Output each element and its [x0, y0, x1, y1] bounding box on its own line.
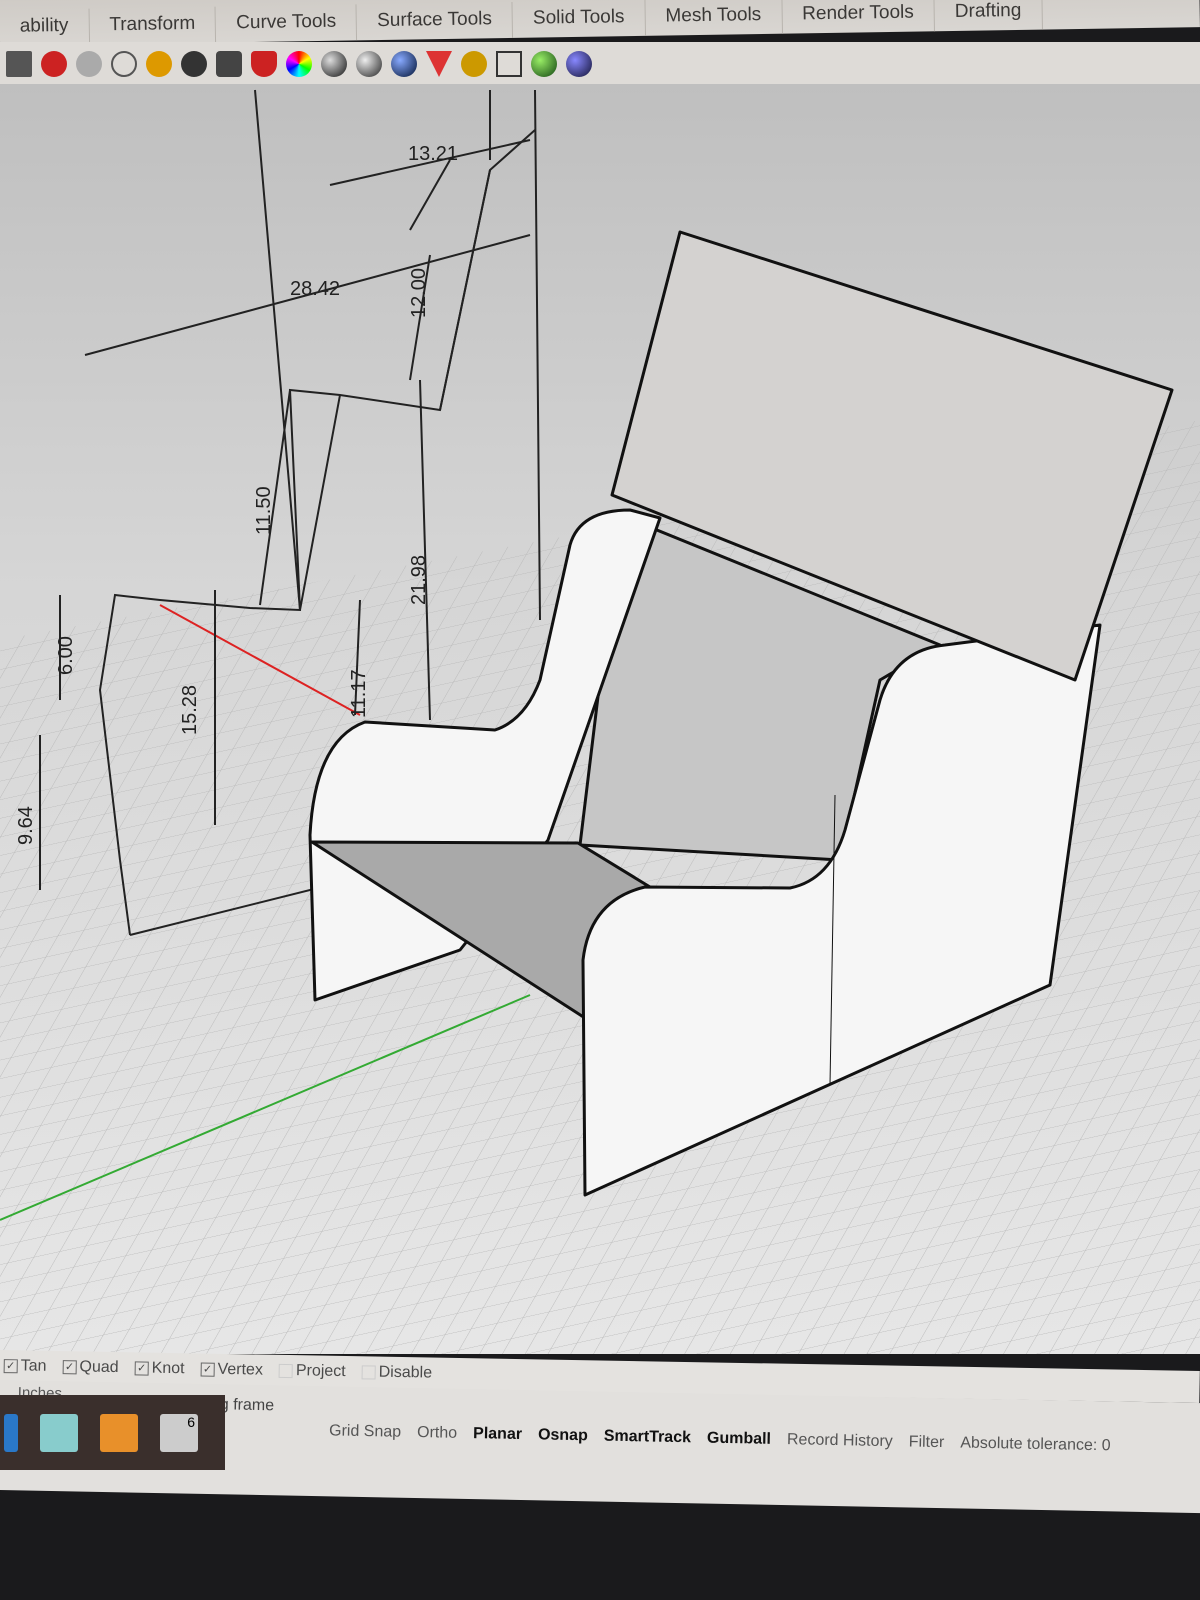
start-icon[interactable] [4, 1413, 18, 1452]
dim-label: 9.64 [15, 806, 37, 845]
flag-icon[interactable] [426, 51, 452, 77]
green-globe-icon[interactable] [531, 51, 557, 77]
tab-mesh-tools[interactable]: Mesh Tools [645, 0, 783, 36]
light-bulb-icon[interactable] [181, 51, 207, 77]
dim-label: 11.50 [253, 486, 275, 535]
car-icon[interactable] [41, 51, 67, 77]
ribbon-tabs: ability Transform Curve Tools Surface To… [0, 0, 1200, 46]
dim-label: 15.28 [179, 685, 201, 735]
osnap-tan[interactable]: ✓ Tan [3, 1357, 47, 1376]
osnap-project[interactable]: Project [278, 1362, 346, 1381]
absolute-tolerance: Absolute tolerance: 0 [960, 1434, 1111, 1455]
checkbox-checked[interactable]: ✓ [134, 1361, 149, 1376]
dim-label: 12.00 [408, 268, 430, 318]
color-wheel-icon[interactable] [286, 51, 312, 77]
dim-label: 6.00 [55, 636, 77, 675]
tab-visibility[interactable]: ability [0, 8, 90, 46]
perspective-viewport[interactable]: 13.21 28.42 12.00 11.50 21.98 6.00 15.28… [0, 84, 1200, 1354]
tab-drafting[interactable]: Drafting [934, 0, 1043, 32]
blue-sphere-icon[interactable] [391, 51, 417, 77]
pane-ortho[interactable]: Ortho [417, 1424, 457, 1443]
osnap-disable[interactable]: Disable [361, 1363, 433, 1382]
checkbox-checked[interactable]: ✓ [3, 1359, 18, 1374]
tab-curve-tools[interactable]: Curve Tools [215, 4, 358, 43]
sphere-icon[interactable] [356, 51, 382, 77]
pane-gumball[interactable]: Gumball [707, 1430, 771, 1449]
osnap-label: Tan [20, 1357, 47, 1375]
pane-record-history[interactable]: Record History [787, 1431, 893, 1451]
pane-smarttrack[interactable]: SmartTrack [604, 1428, 691, 1448]
sphere-icon[interactable] [321, 51, 347, 77]
lock-icon[interactable] [216, 51, 242, 77]
tab-transform[interactable]: Transform [89, 6, 217, 45]
tab-render-tools[interactable]: Render Tools [781, 0, 936, 34]
viewport-canvas: 13.21 28.42 12.00 11.50 21.98 6.00 15.28… [0, 89, 1200, 1354]
osnap-vertex[interactable]: ✓ Vertex [200, 1361, 263, 1380]
rhino-version: 6 [187, 1413, 195, 1430]
link-icon[interactable] [146, 51, 172, 77]
dim-label: 13.21 [408, 143, 458, 165]
dim-label: 11.17 [348, 669, 370, 718]
grid-icon[interactable] [6, 51, 32, 77]
osnap-label: Knot [151, 1359, 185, 1378]
circle-arrow-icon[interactable] [111, 51, 137, 77]
taskbar: 6 [0, 1395, 225, 1470]
block-icon[interactable] [496, 51, 522, 77]
cloud-icon[interactable] [76, 51, 102, 77]
dim-label: 28.42 [290, 278, 340, 300]
shield-icon[interactable] [251, 51, 277, 77]
osnap-label: Disable [378, 1363, 433, 1382]
checkbox-checked[interactable]: ✓ [200, 1362, 215, 1377]
osnap-knot[interactable]: ✓ Knot [134, 1359, 185, 1378]
pane-osnap[interactable]: Osnap [538, 1426, 588, 1445]
pane-planar[interactable]: Planar [473, 1425, 522, 1444]
toolbar [0, 42, 1200, 86]
checkbox-checked[interactable]: ✓ [62, 1360, 77, 1375]
app-icon[interactable] [40, 1413, 78, 1452]
osnap-label: Quad [79, 1358, 119, 1377]
osnap-label: Vertex [217, 1360, 264, 1379]
rhino-icon[interactable]: 6 [160, 1413, 198, 1452]
checkbox-unchecked[interactable] [278, 1363, 294, 1379]
tab-surface-tools[interactable]: Surface Tools [356, 1, 514, 41]
app-icon[interactable] [100, 1413, 138, 1452]
checkbox-unchecked[interactable] [361, 1365, 376, 1380]
help-icon[interactable] [566, 51, 592, 77]
pane-filter[interactable]: Filter [909, 1433, 945, 1452]
dim-label: 21.98 [408, 555, 430, 605]
osnap-quad[interactable]: ✓ Quad [62, 1358, 119, 1377]
tab-solid-tools[interactable]: Solid Tools [512, 0, 646, 38]
pane-grid-snap[interactable]: Grid Snap [329, 1422, 401, 1441]
gear-icon[interactable] [461, 51, 487, 77]
osnap-label: Project [295, 1362, 346, 1381]
